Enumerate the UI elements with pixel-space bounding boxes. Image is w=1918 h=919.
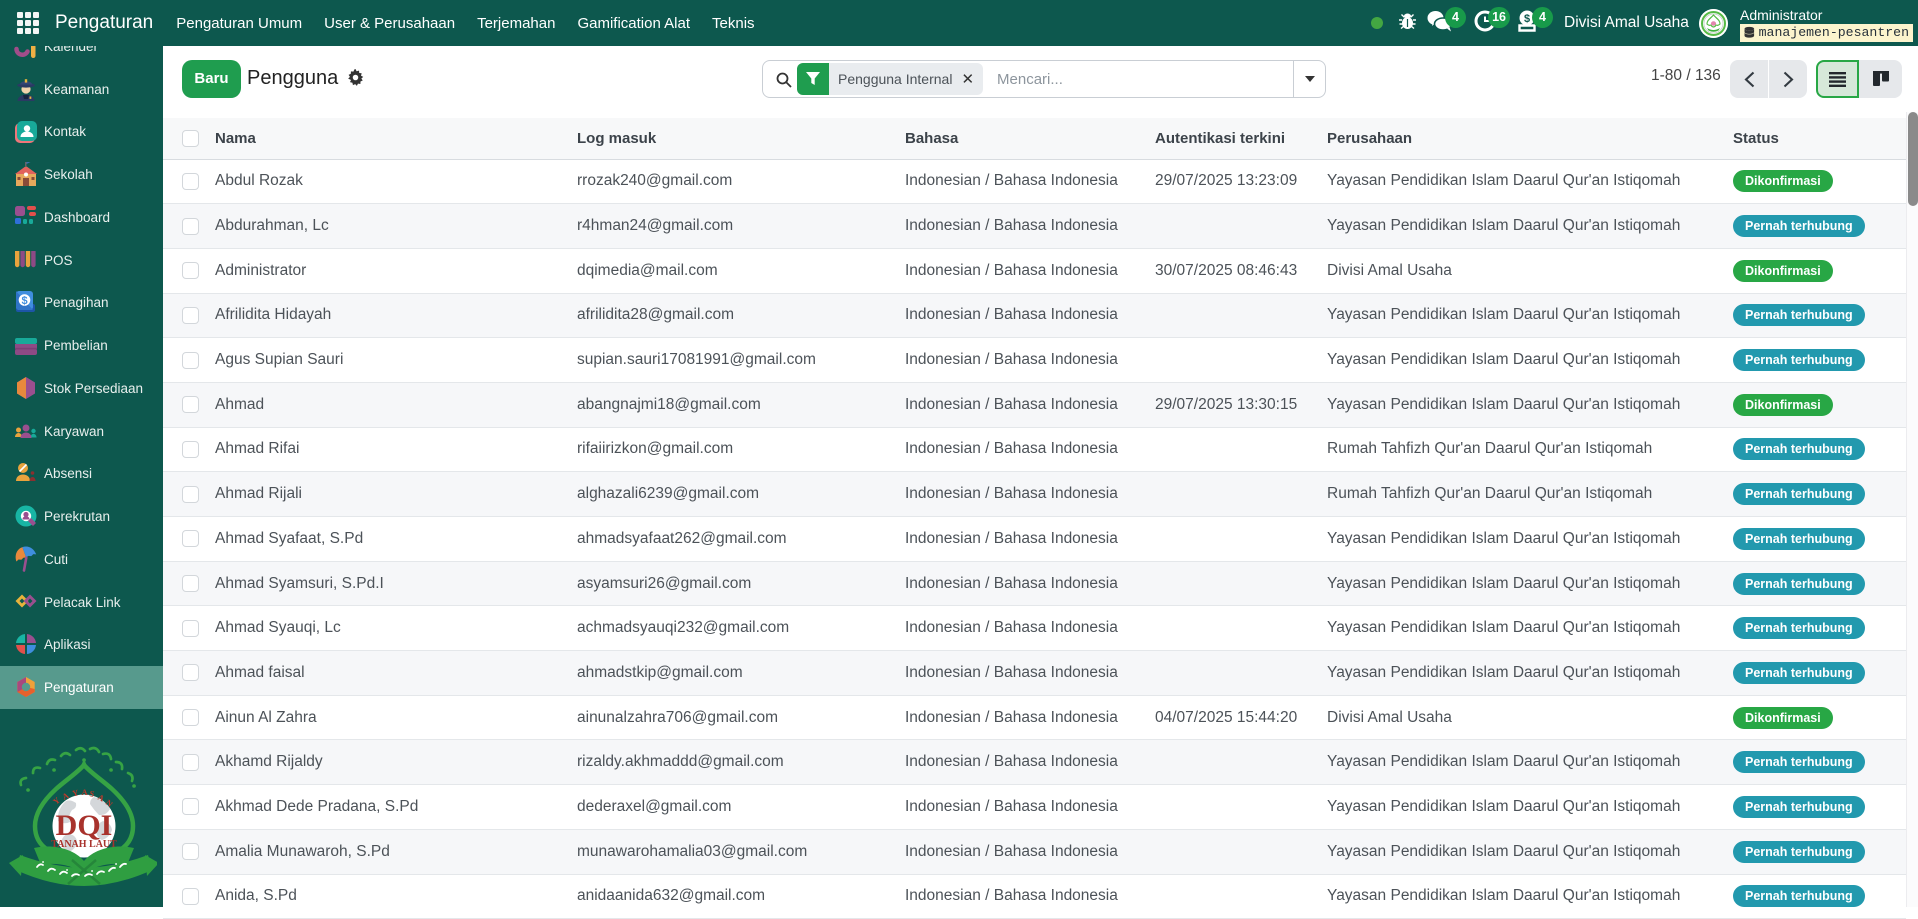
svg-text:Y: Y xyxy=(71,787,79,798)
svg-text:DQI: DQI xyxy=(56,809,113,842)
svg-text:A: A xyxy=(82,787,89,797)
svg-text:$: $ xyxy=(21,295,27,307)
svg-text:Y: Y xyxy=(51,795,62,807)
svg-text:$: $ xyxy=(1524,13,1530,25)
